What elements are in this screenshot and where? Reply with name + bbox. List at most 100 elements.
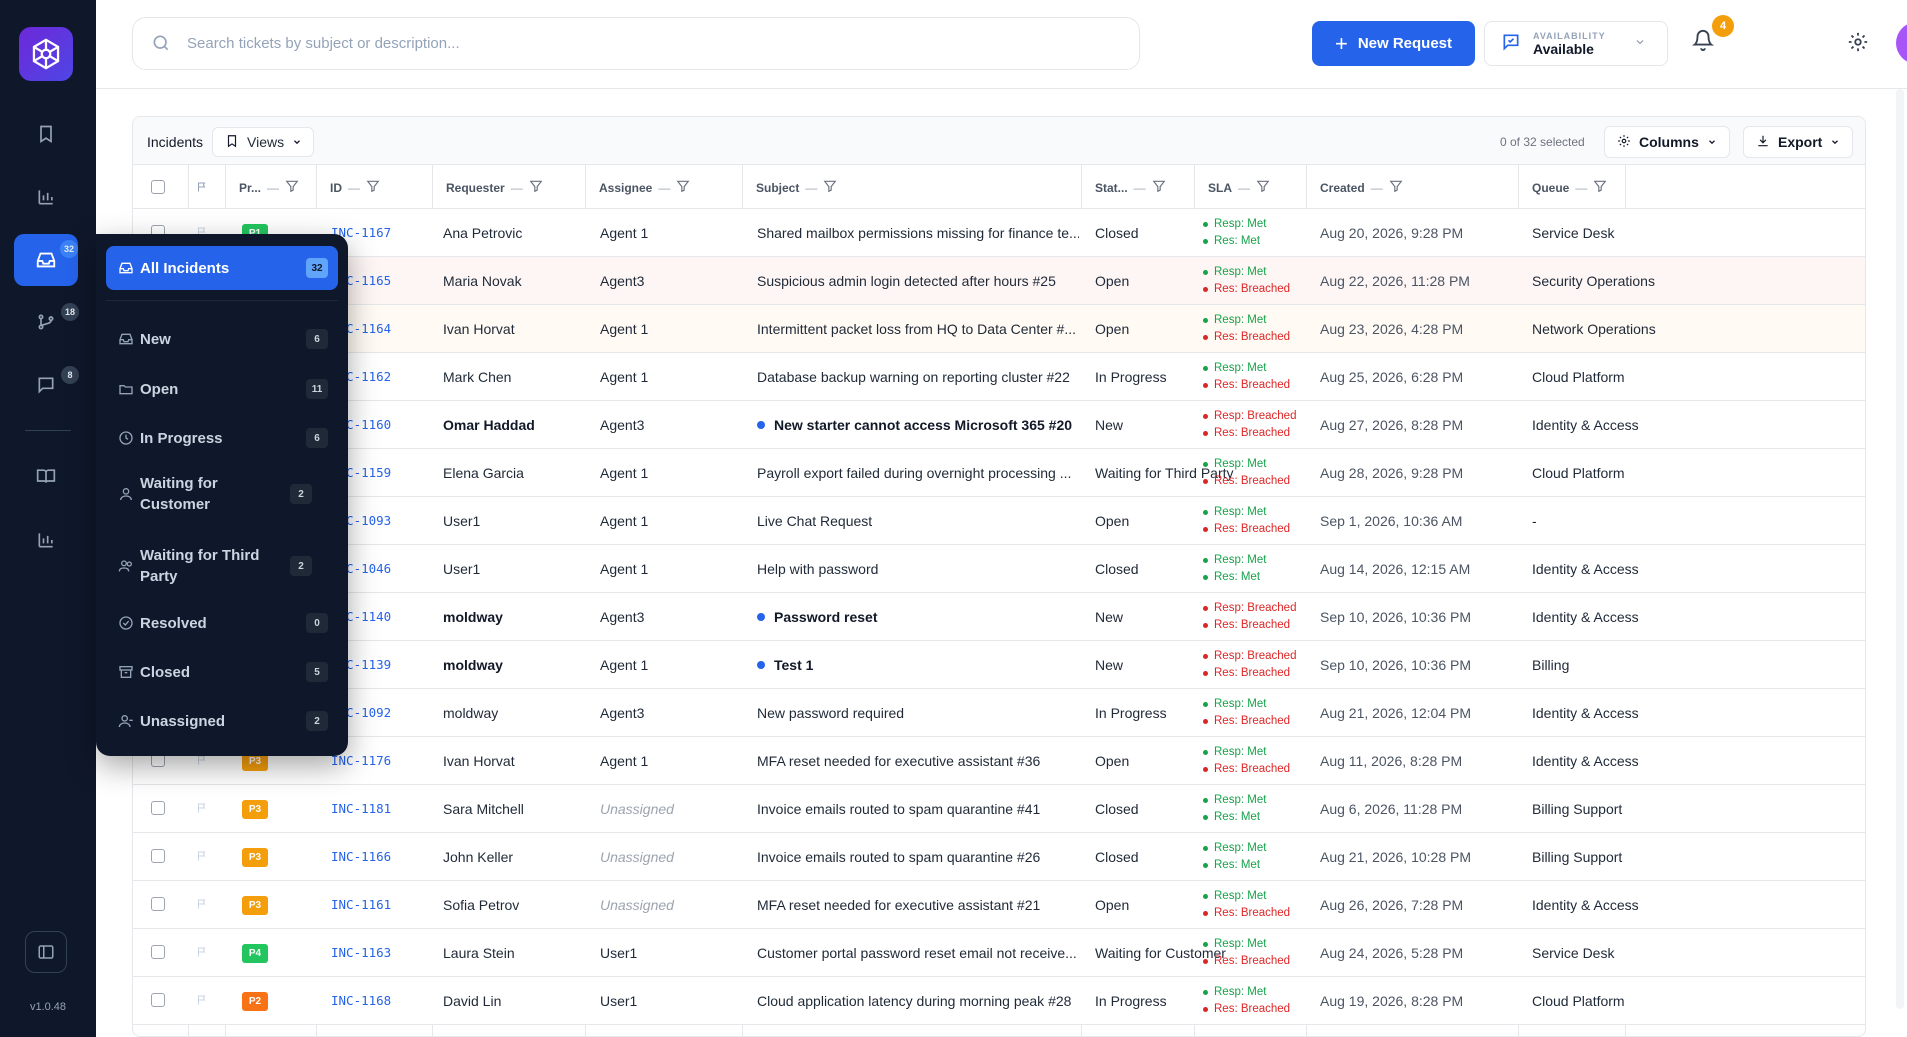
ticket-id-link[interactable]: INC-1163 (331, 929, 431, 976)
menu-item-open[interactable]: Open 11 (106, 369, 338, 409)
subject-cell[interactable]: Help with password (757, 545, 1079, 592)
avatar[interactable]: B (1896, 22, 1907, 64)
subject-cell[interactable]: Test 1 (757, 641, 1079, 688)
table-row[interactable]: P3 INC-1161 Sofia Petrov Unassigned MFA rese… (133, 881, 1865, 929)
menu-item-waiting-for-third-party[interactable]: Waiting for Third Party 2 (106, 536, 338, 596)
ticket-id-link[interactable]: INC-1181 (331, 785, 431, 832)
columns-button[interactable]: Columns (1604, 126, 1730, 158)
sidebar-collapse-icon[interactable] (25, 931, 67, 973)
bar-chart-icon[interactable] (30, 181, 62, 213)
ticket-id-link[interactable]: INC-1166 (331, 833, 431, 880)
filter-icon[interactable] (676, 179, 690, 196)
subject-cell[interactable]: New password required (757, 689, 1079, 736)
filter-icon[interactable] (285, 179, 299, 196)
filter-icon[interactable] (1389, 179, 1403, 196)
col-subject-header[interactable]: Subject — (756, 179, 837, 196)
subject-cell[interactable]: Live Chat Request (757, 497, 1079, 544)
menu-item-resolved[interactable]: Resolved 0 (106, 603, 338, 643)
filter-icon[interactable] (1593, 179, 1607, 196)
filter-icon[interactable] (823, 179, 837, 196)
col-id-header[interactable]: ID — (330, 179, 380, 196)
sort-dash-icon[interactable]: — (511, 181, 523, 195)
table-row[interactable]: P2INC-1162Mark ChenAgent 1Database backu… (133, 353, 1865, 401)
chat-icon[interactable] (30, 369, 62, 401)
sort-dash-icon[interactable]: — (805, 181, 817, 195)
table-row[interactable]: P3 INC-1166 John Keller Unassigned Invoice e… (133, 833, 1865, 881)
table-row[interactable]: P3 INC-1181 Sara Mitchell Unassigned Invoice… (133, 785, 1865, 833)
subject-cell[interactable]: Shared mailbox permissions missing for f… (757, 209, 1079, 256)
select-all-checkbox[interactable] (151, 180, 165, 194)
menu-item-new[interactable]: New 6 (106, 319, 338, 359)
ticket-id-link[interactable]: INC-1168 (331, 977, 431, 1024)
sort-dash-icon[interactable]: — (348, 181, 360, 195)
subject-cell[interactable]: Password reset (757, 593, 1079, 640)
sort-dash-icon[interactable]: — (267, 181, 279, 195)
col-priority-header[interactable]: Pr... — (239, 179, 299, 196)
filter-icon[interactable] (529, 179, 543, 196)
flag-icon[interactable] (196, 850, 208, 865)
col-created-header[interactable]: Created — (1320, 179, 1403, 196)
table-row[interactable]: P1INC-1165Maria NovakAgent3Suspicious ad… (133, 257, 1865, 305)
menu-item-all-incidents[interactable]: All Incidents 32 (106, 246, 338, 290)
table-row[interactable]: P3INC-1092moldwayAgent3New password requ… (133, 689, 1865, 737)
row-checkbox[interactable] (151, 897, 165, 911)
filter-icon[interactable] (1256, 179, 1270, 196)
sort-dash-icon[interactable]: — (1575, 181, 1587, 195)
flag-icon[interactable] (196, 802, 208, 817)
flag-icon[interactable] (196, 754, 208, 769)
bookmark-icon[interactable] (30, 118, 62, 150)
col-sla-header[interactable]: SLA — (1208, 179, 1270, 196)
subject-cell[interactable]: Intermittent packet loss from HQ to Data… (757, 305, 1079, 352)
table-row[interactable]: P3INC-1140moldwayAgent3Password resetNew… (133, 593, 1865, 641)
subject-cell[interactable]: Payroll export failed during overnight p… (757, 449, 1079, 496)
table-row[interactable]: P3 INC-1176 Ivan Horvat Agent 1 MFA reset ne… (133, 737, 1865, 785)
menu-item-in-progress[interactable]: In Progress 6 (106, 418, 338, 458)
row-checkbox[interactable] (151, 849, 165, 863)
availability-select[interactable]: AVAILABILITY Available (1484, 21, 1668, 66)
subject-cell[interactable]: New starter cannot access Microsoft 365 … (757, 401, 1079, 448)
views-button[interactable]: Views (212, 127, 314, 157)
book-open-icon[interactable] (30, 460, 62, 492)
table-row[interactable]: P3INC-1139moldwayAgent 1Test 1NewResp: B… (133, 641, 1865, 689)
col-requester-header[interactable]: Requester — (446, 179, 543, 196)
search-input[interactable]: Search tickets by subject or description… (132, 17, 1140, 70)
filter-icon[interactable] (1152, 179, 1166, 196)
sort-dash-icon[interactable]: — (1238, 181, 1250, 195)
new-request-button[interactable]: + New Request (1312, 21, 1475, 66)
menu-item-waiting-for-customer[interactable]: Waiting for Customer 2 (106, 464, 338, 524)
sort-dash-icon[interactable]: — (1134, 181, 1146, 195)
table-row[interactable]: P1INC-1167Ana PetrovicAgent 1Shared mail… (133, 209, 1865, 257)
table-row[interactable]: P2INC-1164Ivan HorvatAgent 1Intermittent… (133, 305, 1865, 353)
menu-item-unassigned[interactable]: Unassigned 2 (106, 701, 338, 741)
flag-icon[interactable] (196, 994, 208, 1009)
subject-cell[interactable]: MFA reset needed for executive assistant… (757, 737, 1079, 784)
table-row[interactable]: P3INC-1159Elena GarciaAgent 1Payroll exp… (133, 449, 1865, 497)
subject-cell[interactable]: MFA reset needed for executive assistant… (757, 881, 1079, 928)
filter-icon[interactable] (366, 179, 380, 196)
reports-chart-icon[interactable] (30, 524, 62, 556)
table-row[interactable]: P2INC-1160Omar HaddadAgent3New starter c… (133, 401, 1865, 449)
subject-cell[interactable]: Customer portal password reset email not… (757, 929, 1079, 976)
export-button[interactable]: Export (1743, 126, 1854, 158)
table-row[interactable]: P4 INC-1163 Laura Stein User1 Customer porta… (133, 929, 1865, 977)
subject-cell[interactable]: Suspicious admin login detected after ho… (757, 257, 1079, 304)
app-logo[interactable] (19, 27, 73, 81)
menu-item-closed[interactable]: Closed 5 (106, 652, 338, 692)
sort-dash-icon[interactable]: — (1371, 181, 1383, 195)
git-branch-icon[interactable] (30, 306, 62, 338)
ticket-id-link[interactable]: INC-1161 (331, 881, 431, 928)
flag-icon[interactable] (196, 946, 208, 961)
row-checkbox[interactable] (151, 993, 165, 1007)
col-queue-header[interactable]: Queue — (1532, 179, 1607, 196)
page-scrollbar[interactable] (1896, 89, 1904, 1009)
col-assignee-header[interactable]: Assignee — (599, 179, 690, 196)
table-row[interactable]: P3INC-1046User1Agent 1Help with password… (133, 545, 1865, 593)
subject-cell[interactable]: Cloud application latency during morning… (757, 977, 1079, 1024)
col-status-header[interactable]: Stat... — (1095, 179, 1166, 196)
subject-cell[interactable]: Invoice emails routed to spam quarantine… (757, 785, 1079, 832)
flag-icon[interactable] (196, 898, 208, 913)
gear-icon[interactable] (1847, 31, 1869, 56)
table-row[interactable]: P2 INC-1168 David Lin User1 Cloud applicatio… (133, 977, 1865, 1025)
subject-cell[interactable]: Database backup warning on reporting clu… (757, 353, 1079, 400)
table-row[interactable]: P3INC-1093User1Agent 1Live Chat RequestO… (133, 497, 1865, 545)
